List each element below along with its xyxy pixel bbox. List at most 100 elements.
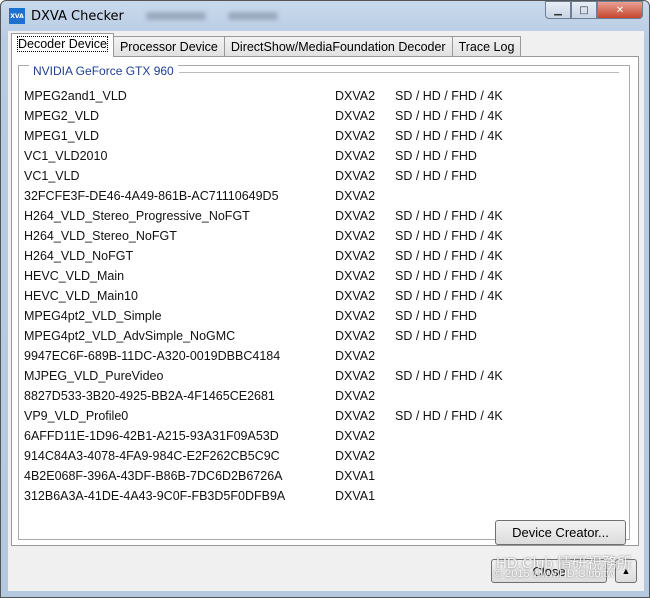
decoder-row[interactable]: MPEG2_VLD DXVA2 SD / HD / FHD / 4K: [24, 106, 503, 126]
decoder-row[interactable]: 9947EC6F-689B-11DC-A320-0019DBBC4184 DXVA…: [24, 346, 503, 366]
dxva-version: DXVA2: [335, 309, 376, 323]
decoder-name: MPEG4pt2_VLD_Simple: [24, 309, 162, 323]
decoder-name: 9947EC6F-689B-11DC-A320-0019DBBC4184: [24, 349, 281, 363]
resolutions: SD / HD / FHD / 4K: [395, 129, 503, 143]
resolutions: SD / HD / FHD: [395, 329, 477, 343]
app-window: XVA DXVA Checker ▁ □ ✕ Decoder Device Pr…: [0, 0, 650, 598]
decoder-row[interactable]: VC1_VLD2010 DXVA2 SD / HD / FHD: [24, 146, 503, 166]
dxva-version: DXVA1: [335, 469, 376, 483]
resolutions: SD / HD / FHD / 4K: [395, 249, 503, 263]
resolutions: SD / HD / FHD / 4K: [395, 269, 503, 283]
blurred-region: [145, 12, 206, 20]
decoder-row[interactable]: 6AFFD11E-1D96-42B1-A215-93A31F09A53D DXVA…: [24, 426, 503, 446]
decoder-list: MPEG2and1_VLD DXVA2 SD / HD / FHD / 4K MPEG…: [24, 86, 503, 506]
client-area: Decoder Device Processor Device DirectSh…: [8, 31, 644, 591]
dxva-version: DXVA2: [335, 229, 376, 243]
title-bar: XVA DXVA Checker: [9, 6, 278, 26]
decoder-name: VC1_VLD2010: [24, 149, 108, 163]
decoder-row[interactable]: MPEG2and1_VLD DXVA2 SD / HD / FHD / 4K: [24, 86, 503, 106]
tab-decoder-device[interactable]: Decoder Device: [11, 33, 114, 57]
close-window-button[interactable]: ✕: [597, 1, 643, 19]
dxva-version: DXVA2: [335, 129, 376, 143]
dxva-version: DXVA2: [335, 149, 376, 163]
decoder-name: HEVC_VLD_Main: [24, 269, 125, 283]
group-divider: [179, 72, 619, 73]
decoder-row[interactable]: 312B6A3A-41DE-4A43-9C0F-FB3D5F0DFB9A DXVA…: [24, 486, 503, 506]
decoder-row[interactable]: HEVC_VLD_Main10 DXVA2 SD / HD / FHD / 4K: [24, 286, 503, 306]
dxva-version: DXVA2: [335, 369, 376, 383]
decoder-name: 8827D533-3B20-4925-BB2A-4F1465CE2681: [24, 389, 275, 403]
decoder-row[interactable]: 4B2E068F-396A-43DF-B86B-7DC6D2B6726A DXVA…: [24, 466, 503, 486]
decoder-row[interactable]: H264_VLD_Stereo_Progressive_NoFGT DXVA2 SD…: [24, 206, 503, 226]
dxva-version: DXVA2: [335, 449, 376, 463]
tab-bar: Decoder Device Processor Device DirectSh…: [11, 33, 522, 57]
decoder-name: MPEG2and1_VLD: [24, 89, 127, 103]
dxva-version: DXVA2: [335, 429, 376, 443]
decoder-name: HEVC_VLD_Main10: [24, 289, 138, 303]
decoder-name: 6AFFD11E-1D96-42B1-A215-93A31F09A53D: [24, 429, 279, 443]
decoder-name: H264_VLD_Stereo_NoFGT: [24, 229, 177, 243]
decoder-row[interactable]: H264_VLD_Stereo_NoFGT DXVA2 SD / HD / FHD …: [24, 226, 503, 246]
decoder-name: MPEG4pt2_VLD_AdvSimple_NoGMC: [24, 329, 236, 343]
decoder-row[interactable]: MPEG1_VLD DXVA2 SD / HD / FHD / 4K: [24, 126, 503, 146]
tab-processor-device[interactable]: Processor Device: [112, 36, 225, 57]
app-icon: XVA: [9, 8, 25, 24]
dxva-version: DXVA2: [335, 109, 376, 123]
resolutions: SD / HD / FHD: [395, 309, 477, 323]
dxva-version: DXVA2: [335, 329, 376, 343]
dxva-version: DXVA2: [335, 349, 376, 363]
decoder-name: MPEG1_VLD: [24, 129, 100, 143]
window-title: DXVA Checker: [31, 8, 124, 24]
resolutions: SD / HD / FHD / 4K: [395, 229, 503, 243]
decoder-name: MPEG2_VLD: [24, 109, 100, 123]
device-creator-button[interactable]: Device Creator...: [495, 520, 626, 545]
decoder-row[interactable]: H264_VLD_NoFGT DXVA2 SD / HD / FHD / 4K: [24, 246, 503, 266]
up-arrow-button[interactable]: ▲: [615, 559, 637, 583]
dxva-version: DXVA2: [335, 249, 376, 263]
tab-directshow-decoder[interactable]: DirectShow/MediaFoundation Decoder: [223, 36, 453, 57]
dxva-version: DXVA2: [335, 89, 376, 103]
gpu-group: NVIDIA GeForce GTX 960 MPEG2and1_VLD DXVA…: [18, 64, 630, 540]
dxva-version: DXVA2: [335, 209, 376, 223]
resolutions: SD / HD / FHD / 4K: [395, 369, 503, 383]
gpu-name: NVIDIA GeForce GTX 960: [29, 64, 178, 78]
decoder-name: 32FCFE3F-DE46-4A49-861B-AC71110649D5: [24, 189, 279, 203]
maximize-button[interactable]: □: [571, 1, 597, 19]
resolutions: SD / HD / FHD / 4K: [395, 289, 503, 303]
decoder-row[interactable]: 8827D533-3B20-4925-BB2A-4F1465CE2681 DXVA…: [24, 386, 503, 406]
resolutions: SD / HD / FHD / 4K: [395, 209, 503, 223]
decoder-row[interactable]: VP9_VLD_Profile0 DXVA2 SD / HD / FHD / 4K: [24, 406, 503, 426]
blurred-region: [227, 12, 278, 20]
dxva-version: DXVA2: [335, 389, 376, 403]
dxva-version: DXVA1: [335, 489, 376, 503]
decoder-name: H264_VLD_NoFGT: [24, 249, 134, 263]
decoder-name: MJPEG_VLD_PureVideo: [24, 369, 164, 383]
decoder-name: VP9_VLD_Profile0: [24, 409, 129, 423]
minimize-button[interactable]: ▁: [545, 1, 571, 19]
resolutions: SD / HD / FHD / 4K: [395, 89, 503, 103]
resolutions: SD / HD / FHD / 4K: [395, 109, 503, 123]
dxva-version: DXVA2: [335, 169, 376, 183]
decoder-row[interactable]: VC1_VLD DXVA2 SD / HD / FHD: [24, 166, 503, 186]
decoder-row[interactable]: MPEG4pt2_VLD_AdvSimple_NoGMC DXVA2 SD / HD…: [24, 326, 503, 346]
dxva-version: DXVA2: [335, 409, 376, 423]
resolutions: SD / HD / FHD: [395, 149, 477, 163]
close-button[interactable]: Close: [491, 559, 607, 583]
resolutions: SD / HD / FHD: [395, 169, 477, 183]
dxva-version: DXVA2: [335, 189, 376, 203]
decoder-name: 914C84A3-4078-4FA9-984C-E2F262CB5C9C: [24, 449, 280, 463]
resolutions: SD / HD / FHD / 4K: [395, 409, 503, 423]
decoder-row[interactable]: HEVC_VLD_Main DXVA2 SD / HD / FHD / 4K: [24, 266, 503, 286]
tab-trace-log[interactable]: Trace Log: [451, 36, 522, 57]
decoder-row[interactable]: 32FCFE3F-DE46-4A49-861B-AC71110649D5 DXVA…: [24, 186, 503, 206]
decoder-name: VC1_VLD: [24, 169, 80, 183]
decoder-row[interactable]: 914C84A3-4078-4FA9-984C-E2F262CB5C9C DXVA…: [24, 446, 503, 466]
decoder-name: H264_VLD_Stereo_Progressive_NoFGT: [24, 209, 250, 223]
decoder-name: 312B6A3A-41DE-4A43-9C0F-FB3D5F0DFB9A: [24, 489, 286, 503]
decoder-name: 4B2E068F-396A-43DF-B86B-7DC6D2B6726A: [24, 469, 283, 483]
dxva-version: DXVA2: [335, 289, 376, 303]
dxva-version: DXVA2: [335, 269, 376, 283]
decoder-row[interactable]: MPEG4pt2_VLD_Simple DXVA2 SD / HD / FHD: [24, 306, 503, 326]
decoder-row[interactable]: MJPEG_VLD_PureVideo DXVA2 SD / HD / FHD / …: [24, 366, 503, 386]
tab-label: Decoder Device: [17, 36, 108, 52]
